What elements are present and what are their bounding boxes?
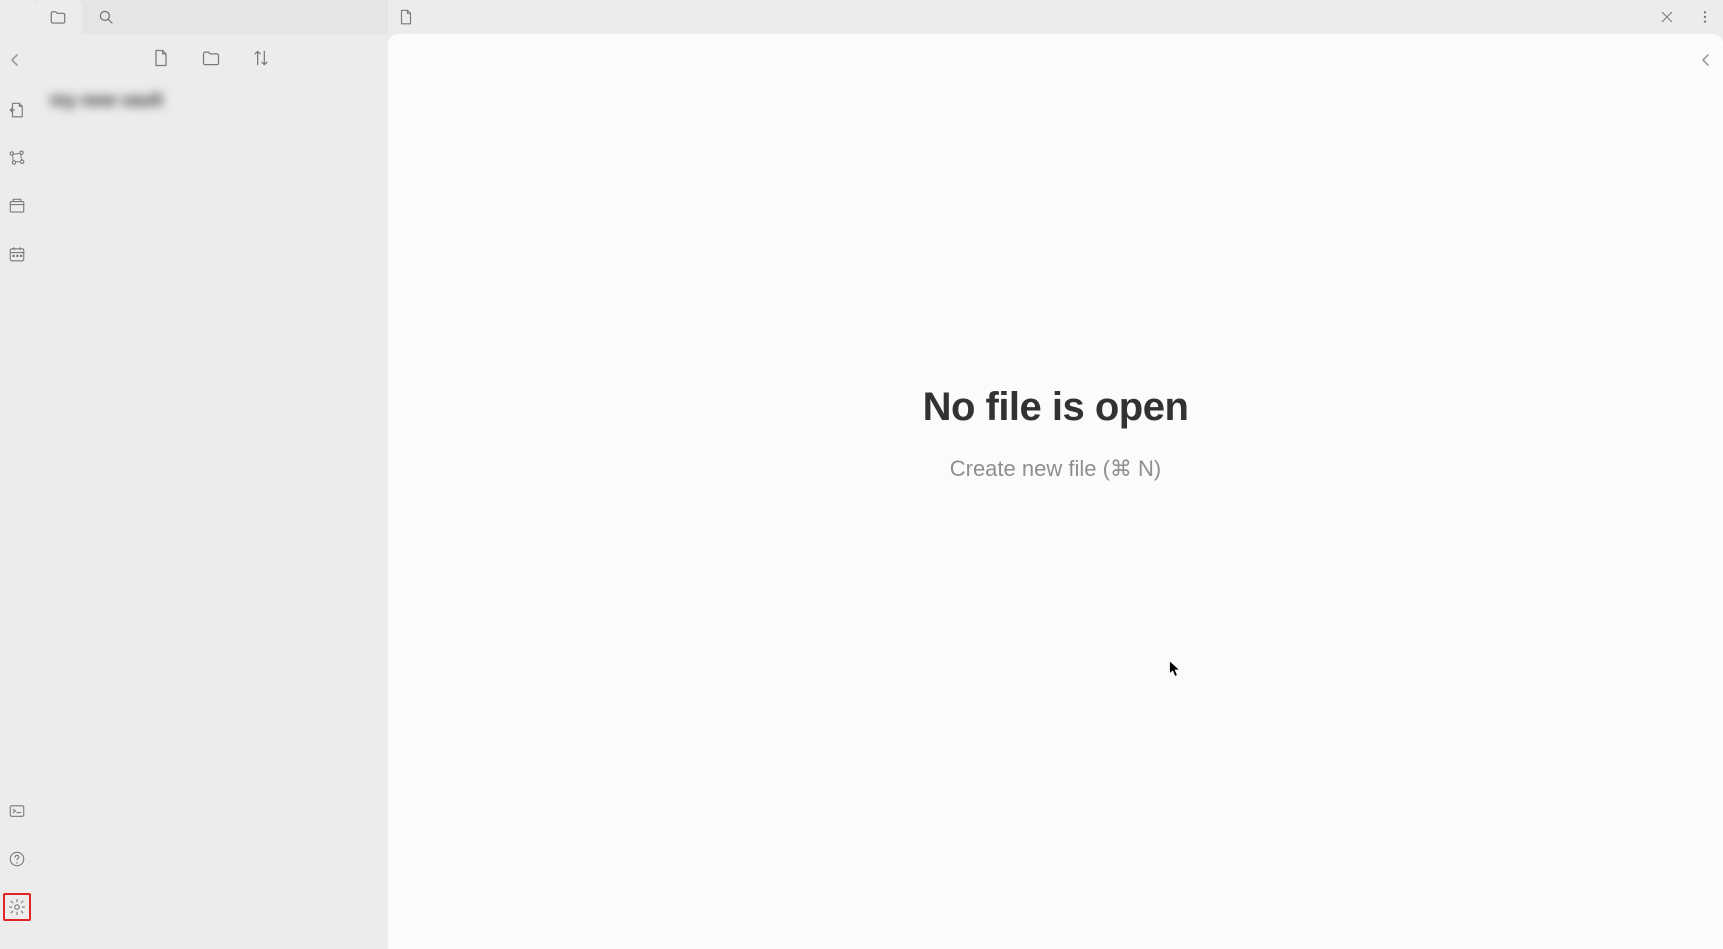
ribbon-command-palette[interactable] (3, 797, 31, 825)
sidebar-tab-search[interactable] (82, 0, 130, 34)
calendar-icon (8, 245, 26, 263)
help-icon (8, 850, 26, 868)
new-note-button[interactable] (149, 46, 173, 70)
terminal-icon (8, 802, 26, 820)
ribbon-help[interactable] (3, 845, 31, 873)
chevron-left-icon (1701, 53, 1711, 67)
sidebar-tabs (34, 0, 388, 34)
ribbon-settings[interactable] (3, 893, 31, 921)
graph-icon (8, 149, 26, 167)
search-icon (97, 8, 115, 26)
ribbon-graph-view[interactable] (3, 144, 31, 172)
tab-more-button[interactable] (1693, 5, 1717, 29)
close-icon (1659, 9, 1675, 25)
left-ribbon (0, 0, 34, 949)
folder-icon (49, 8, 67, 26)
canvas-icon (8, 197, 26, 215)
vault-name[interactable]: my new vault (50, 90, 372, 111)
tab-bar (388, 0, 1723, 34)
collapse-left-sidebar-button[interactable] (6, 50, 24, 70)
folder-icon (201, 48, 221, 68)
ribbon-canvas[interactable] (3, 192, 31, 220)
empty-title: No file is open (923, 385, 1189, 430)
main-pane: No file is open Create new file (⌘ N) (388, 0, 1723, 949)
file-sidebar: my new vault (34, 0, 388, 949)
sidebar-tab-files[interactable] (34, 0, 82, 34)
tab-new[interactable] (394, 5, 418, 29)
ribbon-daily-note[interactable] (3, 240, 31, 268)
sort-button[interactable] (249, 46, 273, 70)
new-folder-button[interactable] (199, 46, 223, 70)
collapse-right-sidebar-button[interactable] (1697, 50, 1715, 70)
file-tree[interactable]: my new vault (34, 82, 388, 949)
gear-icon (8, 898, 26, 916)
sort-icon (251, 48, 271, 68)
chevron-left-icon (10, 53, 20, 67)
new-file-icon (151, 48, 171, 68)
new-file-icon (397, 8, 415, 26)
tab-close-button[interactable] (1655, 5, 1679, 29)
sidebar-toolbar (34, 34, 388, 82)
editor-empty-state: No file is open Create new file (⌘ N) (388, 34, 1723, 949)
file-arrow-icon (8, 101, 26, 119)
ribbon-quick-switcher[interactable] (3, 96, 31, 124)
create-new-file-link[interactable]: Create new file (⌘ N) (923, 456, 1189, 482)
more-vertical-icon (1697, 9, 1713, 25)
